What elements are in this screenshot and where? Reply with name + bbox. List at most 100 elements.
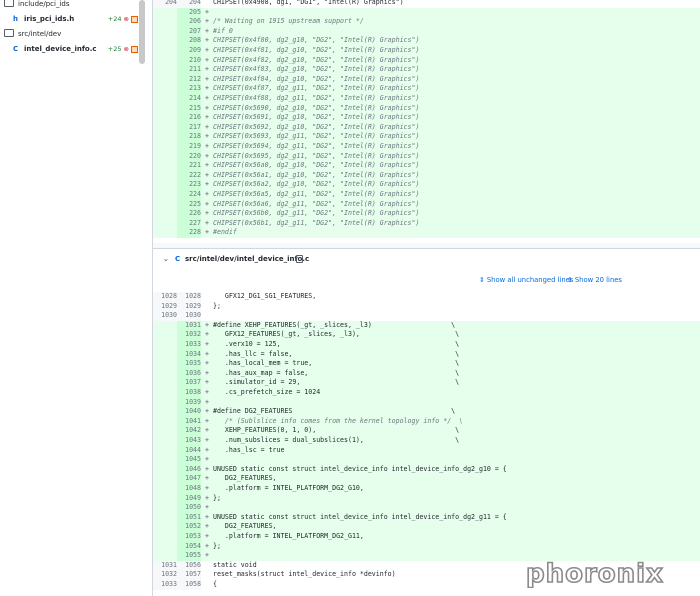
code-text: static void: [213, 560, 257, 569]
chevron-down-icon[interactable]: ⌄: [163, 249, 169, 269]
new-line-number[interactable]: 1041: [177, 416, 201, 427]
diff-line: 207 + #if 0: [153, 26, 700, 37]
show-all-unchanged-button[interactable]: ⇕ Show all unchanged lines: [479, 272, 573, 288]
file-iris-pci-ids[interactable]: h iris_pci_ids.h +24 ⊗: [0, 12, 138, 26]
new-line-number[interactable]: 1032: [177, 330, 201, 340]
diffstat-square-icon: [131, 15, 138, 23]
diff-line: 205 +: [153, 7, 700, 18]
diff-marker: +: [205, 484, 209, 492]
new-line-number[interactable]: 1055: [177, 551, 201, 561]
new-line-number[interactable]: 1053: [177, 532, 201, 542]
new-line-number[interactable]: 225: [177, 199, 201, 210]
new-line-number[interactable]: 1049: [177, 493, 201, 504]
new-line-number[interactable]: 223: [177, 180, 201, 190]
new-line-number[interactable]: 210: [177, 55, 201, 66]
new-line-number[interactable]: 1037: [177, 378, 201, 388]
new-line-number[interactable]: 206: [177, 17, 201, 27]
diff-line: 222 + CHIPSET(0x56a1, dg2_g10, "DG2", "Int…: [153, 170, 700, 181]
new-line-number[interactable]: 1028: [177, 292, 201, 302]
code-text: #define XEHP_FEATURES(_gt, _slices, _l3)…: [213, 320, 456, 329]
diff-marker: +: [205, 142, 209, 150]
diff-line: 1044 + .has_lsc = true: [153, 445, 700, 456]
new-line-number[interactable]: 219: [177, 142, 201, 152]
code-text: .platform = INTEL_PLATFORM_DG2_G10,: [213, 484, 364, 492]
diff-line: 215 + CHIPSET(0x5690, dg2_g10, "DG2", "Int…: [153, 103, 700, 114]
code-text: .has_local_mem = true, \: [213, 359, 460, 368]
new-line-number[interactable]: 1034: [177, 349, 201, 360]
new-line-number[interactable]: 224: [177, 190, 201, 200]
new-line-number[interactable]: 1058: [177, 580, 201, 590]
old-line-number[interactable]: 1030: [153, 311, 177, 321]
new-line-number[interactable]: 1036: [177, 368, 201, 379]
new-line-number[interactable]: 1054: [177, 541, 201, 552]
diff-marker: +: [205, 218, 209, 227]
new-line-number[interactable]: 1030: [177, 311, 201, 321]
diff-line: 1047 + DG2_FEATURES,: [153, 474, 700, 484]
new-line-number[interactable]: 221: [177, 161, 201, 171]
new-line-number[interactable]: 1029: [177, 301, 201, 312]
show-20-lines-button[interactable]: ⇕ Show 20 lines: [567, 272, 622, 288]
new-line-number[interactable]: 1057: [177, 570, 201, 580]
new-line-number[interactable]: 1039: [177, 397, 201, 408]
folder-include-pci-ids[interactable]: include/pci_ids: [4, 0, 70, 11]
new-line-number[interactable]: 1038: [177, 388, 201, 398]
new-line-number[interactable]: 1045: [177, 455, 201, 465]
folder-src-intel-dev[interactable]: src/intel/dev: [4, 27, 61, 41]
diff-marker: +: [205, 512, 209, 521]
diff-line: 218 + CHIPSET(0x5693, dg2_g11, "DG2", "Int…: [153, 132, 700, 142]
new-line-number[interactable]: 222: [177, 170, 201, 181]
diff-line: 1041 + /* (Sublslice info comes from the …: [153, 416, 700, 427]
sidebar-scrollbar[interactable]: [139, 0, 145, 64]
new-line-number[interactable]: 1046: [177, 464, 201, 475]
diff-line: 1046 + UNUSED static const struct intel_de…: [153, 464, 700, 475]
new-line-number[interactable]: 1048: [177, 484, 201, 494]
phoronix-logo: phoronix: [525, 560, 663, 588]
new-line-number[interactable]: 1052: [177, 522, 201, 532]
new-line-number[interactable]: 1044: [177, 445, 201, 456]
old-line-number[interactable]: 1029: [153, 301, 177, 312]
diff-marker: +: [205, 320, 209, 329]
new-line-number[interactable]: 220: [177, 151, 201, 162]
new-line-number[interactable]: 205: [177, 7, 201, 18]
new-line-number[interactable]: 1033: [177, 340, 201, 350]
code-text: .num_subslices = dual_subslices(1), \: [213, 436, 460, 444]
diff-marker: +: [205, 65, 209, 74]
diff-line: 1028 1028 GFX12_DG1_SG1_FEATURES,: [153, 292, 700, 302]
new-line-number[interactable]: 1040: [177, 407, 201, 417]
new-line-number[interactable]: 1047: [177, 474, 201, 484]
new-line-number[interactable]: 1042: [177, 426, 201, 436]
old-line-number[interactable]: 1033: [153, 580, 177, 590]
new-line-number[interactable]: 1051: [177, 512, 201, 523]
diff-line: 1042 + XEHP_FEATURES(0, 1, 0), \: [153, 426, 700, 436]
new-line-number[interactable]: 227: [177, 218, 201, 229]
new-line-number[interactable]: 1050: [177, 503, 201, 513]
diff-marker: +: [205, 436, 209, 444]
new-line-number[interactable]: 209: [177, 46, 201, 56]
new-line-number[interactable]: 211: [177, 65, 201, 75]
new-line-number[interactable]: 1043: [177, 436, 201, 446]
old-line-number[interactable]: 1028: [153, 292, 177, 302]
new-line-number[interactable]: 204: [177, 0, 201, 8]
new-line-number[interactable]: 228: [177, 228, 201, 238]
old-line-number[interactable]: 204: [153, 0, 177, 8]
new-line-number[interactable]: 1056: [177, 560, 201, 571]
new-line-number[interactable]: 217: [177, 122, 201, 133]
new-line-number[interactable]: 1035: [177, 359, 201, 369]
new-line-number[interactable]: 212: [177, 74, 201, 85]
new-line-number[interactable]: 1031: [177, 320, 201, 331]
new-line-number[interactable]: 213: [177, 84, 201, 94]
new-line-number[interactable]: 226: [177, 209, 201, 219]
diff-line: 1031 + #define XEHP_FEATURES(_gt, _slices,…: [153, 320, 700, 331]
file-intel-device-info[interactable]: C intel_device_info.c +25 ⊗: [0, 42, 138, 56]
new-line-number[interactable]: 216: [177, 113, 201, 123]
old-line-number[interactable]: 1031: [153, 560, 177, 571]
new-line-number[interactable]: 214: [177, 94, 201, 104]
diff-line: 217 + CHIPSET(0x5692, dg2_g10, "DG2", "Int…: [153, 122, 700, 133]
new-line-number[interactable]: 208: [177, 36, 201, 46]
new-line-number[interactable]: 207: [177, 26, 201, 37]
new-line-number[interactable]: 215: [177, 103, 201, 114]
file-diffstat: +25 ⊗: [108, 42, 138, 56]
old-line-number[interactable]: 1032: [153, 570, 177, 580]
copy-icon[interactable]: [296, 255, 303, 263]
new-line-number[interactable]: 218: [177, 132, 201, 142]
